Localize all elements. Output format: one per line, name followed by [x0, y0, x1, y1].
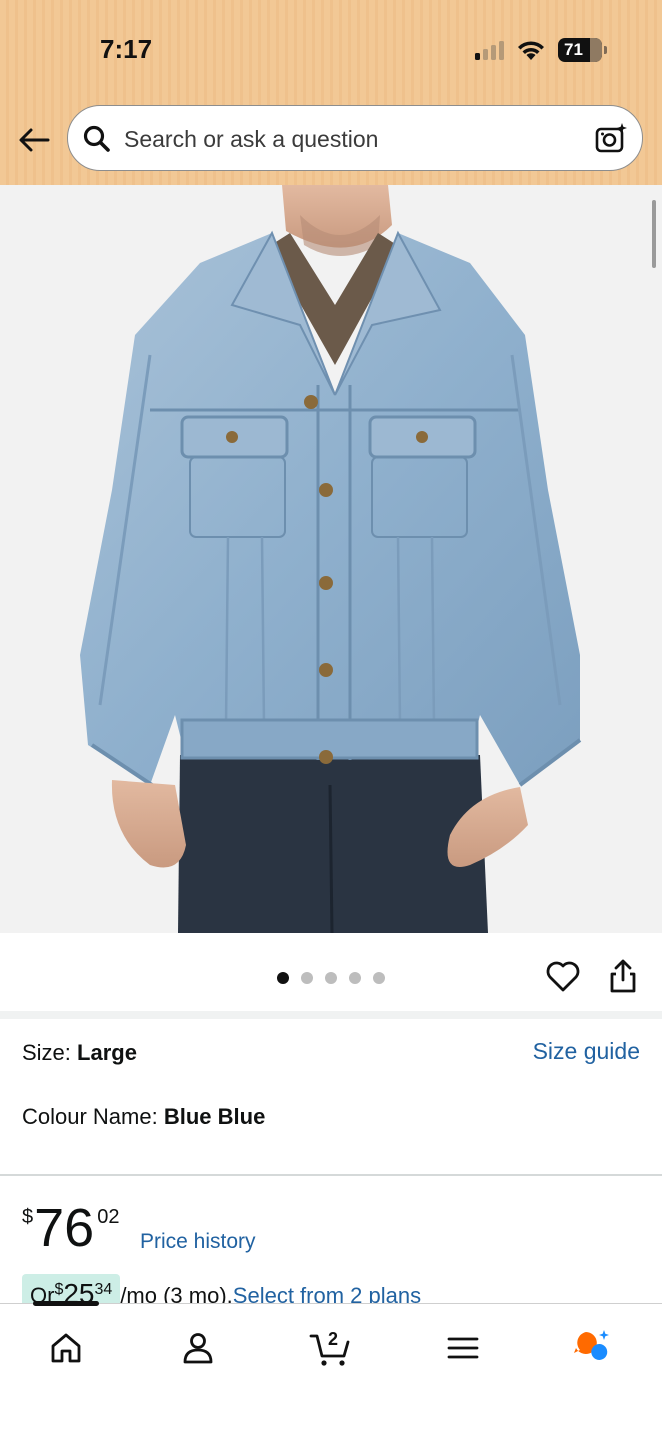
- price-fraction: 02: [97, 1206, 120, 1228]
- signal-icon: [475, 40, 504, 60]
- installment-currency: $: [54, 1281, 64, 1298]
- share-icon[interactable]: [604, 957, 642, 995]
- product-price: $ 76 02: [22, 1200, 119, 1256]
- active-tab-indicator: [33, 1301, 99, 1306]
- home-icon: [51, 1333, 81, 1363]
- heart-icon[interactable]: [544, 957, 582, 995]
- colour-selection[interactable]: Colour Name: Blue Blue: [22, 1104, 265, 1130]
- cart-icon: 2: [309, 1329, 350, 1366]
- search-icon: [83, 125, 110, 152]
- back-arrow-icon: [19, 128, 50, 152]
- carousel-dot[interactable]: [373, 972, 385, 984]
- price-whole: 76: [34, 1198, 95, 1258]
- section-divider: [0, 1011, 662, 1019]
- size-guide-link[interactable]: Size guide: [533, 1038, 640, 1065]
- nav-account[interactable]: [168, 1326, 228, 1370]
- carousel-dot[interactable]: [277, 972, 289, 984]
- user-icon: [183, 1333, 213, 1364]
- nav-rufus-assistant[interactable]: [562, 1326, 622, 1370]
- installment-fraction: 34: [94, 1281, 113, 1298]
- divider: [0, 1174, 662, 1176]
- image-carousel-controls: [0, 933, 662, 1011]
- size-selection[interactable]: Size: Large: [22, 1040, 137, 1066]
- status-icons: 71: [475, 36, 607, 64]
- ai-assistant-icon: [574, 1330, 609, 1360]
- nav-home[interactable]: [36, 1326, 96, 1370]
- nav-cart[interactable]: 2: [300, 1326, 360, 1370]
- nav-menu[interactable]: [433, 1326, 493, 1370]
- wifi-icon: [518, 41, 544, 60]
- price-currency: $: [22, 1206, 34, 1228]
- search-input[interactable]: [124, 123, 564, 155]
- hamburger-menu-icon: [447, 1337, 479, 1359]
- price-history-link[interactable]: Price history: [140, 1230, 256, 1254]
- bottom-navigation: 2: [0, 1301, 662, 1440]
- battery-level: 71: [564, 40, 583, 59]
- carousel-dots[interactable]: [277, 972, 385, 984]
- battery-icon: 71: [558, 38, 607, 62]
- status-time: 7:17: [100, 34, 153, 64]
- size-label: Size:: [22, 1040, 78, 1065]
- camera-search-icon[interactable]: [594, 122, 628, 156]
- search-bar[interactable]: [67, 105, 643, 171]
- back-button[interactable]: [14, 122, 54, 158]
- carousel-dot[interactable]: [301, 972, 313, 984]
- carousel-dot[interactable]: [349, 972, 361, 984]
- carousel-dot[interactable]: [325, 972, 337, 984]
- image-scrollbar[interactable]: [652, 200, 656, 268]
- cart-count: 2: [328, 1329, 338, 1349]
- app-header: 7:17 71: [0, 0, 662, 185]
- colour-label: Colour Name:: [22, 1104, 164, 1129]
- product-image[interactable]: [0, 185, 662, 933]
- denim-jacket-photo: [80, 185, 582, 933]
- size-value: Large: [77, 1040, 137, 1065]
- colour-value: Blue Blue: [163, 1104, 266, 1129]
